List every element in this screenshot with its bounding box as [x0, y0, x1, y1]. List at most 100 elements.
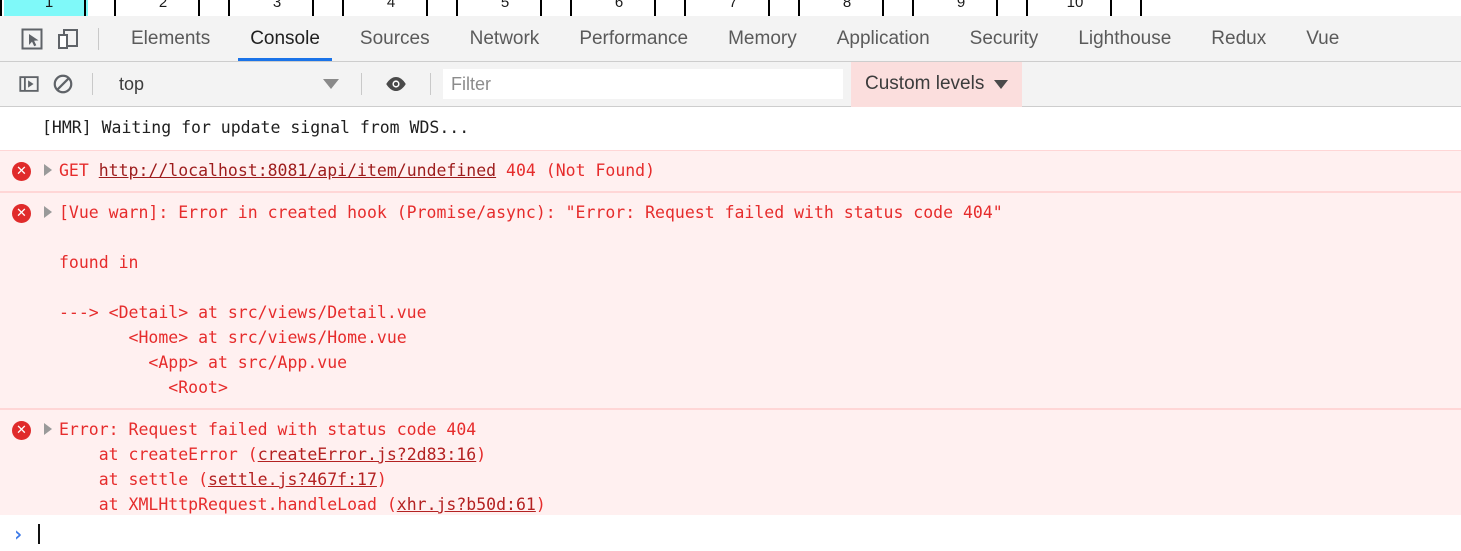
console-message-line: ---> <Detail> at src/views/Detail.vue — [59, 300, 1461, 325]
show-console-sidebar-icon[interactable] — [12, 67, 46, 101]
message-text: ) — [376, 470, 387, 489]
ruler-mark: 8 — [798, 0, 912, 16]
ruler-mark-label: 8 — [842, 0, 852, 11]
message-text: <App> at src/App.vue — [59, 353, 348, 372]
expand-triangle-icon[interactable] — [44, 206, 52, 218]
filter-input[interactable] — [443, 69, 843, 99]
message-text: at createError ( — [59, 445, 258, 464]
console-message-list[interactable]: [HMR] Waiting for update signal from WDS… — [0, 107, 1461, 551]
source-link[interactable]: settle.js?467f:17 — [208, 470, 377, 489]
ruler-mark-label: 5 — [500, 0, 510, 11]
tab-performance[interactable]: Performance — [559, 16, 708, 61]
devtools-tabs: Elements Console Sources Network Performance… — [111, 16, 1359, 61]
live-expression-eye-icon[interactable] — [374, 67, 418, 101]
ruler-tick — [198, 0, 200, 16]
error-circle-icon: ✕ — [12, 162, 31, 181]
expand-triangle-icon[interactable] — [44, 164, 52, 176]
ruler-mark: 9 — [912, 0, 1026, 16]
console-message-line: found in — [59, 250, 1461, 275]
tab-security[interactable]: Security — [950, 16, 1059, 61]
page-ruler: 1 2 3 4 5 6 7 8 9 10 — [0, 0, 1461, 16]
ruler-mark-label: 4 — [386, 0, 396, 11]
text-caret — [38, 523, 41, 544]
console-message-line: at createError (createError.js?2d83:16) — [59, 442, 1461, 467]
ruler-tick — [312, 0, 314, 16]
console-message-line: <App> at src/App.vue — [59, 350, 1461, 375]
message-text: 404 (Not Found) — [496, 161, 656, 180]
ruler-tick — [426, 0, 428, 16]
console-toolbar-icons — [0, 67, 105, 101]
console-message-line — [59, 225, 1461, 250]
console-message-line: Error: Request failed with status code 4… — [59, 417, 1461, 442]
ruler-tick — [882, 0, 884, 16]
ruler-mark: 4 — [342, 0, 456, 16]
message-text: Error: Request failed with status code 4… — [59, 420, 477, 439]
console-message-line: at settle (settle.js?467f:17) — [59, 467, 1461, 492]
tab-lighthouse[interactable]: Lighthouse — [1058, 16, 1191, 61]
ruler-mark: 6 — [570, 0, 684, 16]
tab-label: Console — [250, 27, 320, 49]
inspect-element-icon[interactable] — [14, 21, 50, 57]
tab-elements[interactable]: Elements — [111, 16, 230, 61]
ruler-mark-label: 6 — [614, 0, 624, 11]
source-link[interactable]: createError.js?2d83:16 — [258, 445, 477, 464]
ruler-tick — [84, 0, 86, 16]
tab-label: Elements — [131, 27, 211, 49]
toolbar-divider — [361, 73, 362, 95]
tab-sources[interactable]: Sources — [340, 16, 450, 61]
devtools-window: 1 2 3 4 5 6 7 8 9 10 Elements Console Sources Networ… — [0, 0, 1461, 551]
toolbar-divider — [98, 27, 99, 50]
tab-console[interactable]: Console — [230, 16, 340, 61]
ruler-end-tick — [1140, 0, 1142, 16]
tab-label: Network — [469, 27, 540, 49]
message-text: GET — [59, 161, 99, 180]
toolbar-divider — [92, 73, 93, 95]
tab-application[interactable]: Application — [817, 16, 950, 61]
tab-memory[interactable]: Memory — [708, 16, 817, 61]
console-message-line: [Vue warn]: Error in created hook (Promi… — [59, 200, 1461, 225]
console-message-line: GET http://localhost:8081/api/item/undef… — [59, 158, 1461, 183]
message-text: at settle ( — [59, 470, 209, 489]
log-levels-dropdown[interactable]: Custom levels — [851, 61, 1023, 107]
ruler-mark-label: 3 — [272, 0, 282, 11]
tab-label: Application — [836, 27, 930, 49]
console-message-line — [59, 275, 1461, 300]
console-message[interactable]: ✕ GET http://localhost:8081/api/item/unde… — [0, 150, 1461, 192]
console-prompt[interactable]: › — [0, 515, 1461, 551]
ruler-tick — [1110, 0, 1112, 16]
console-message[interactable]: ✕ Error: Request failed with status code … — [0, 409, 1461, 526]
ruler-mark-label: 9 — [956, 0, 966, 11]
ruler-mark: 1 — [0, 0, 114, 16]
console-message-body: GET http://localhost:8081/api/item/undef… — [42, 158, 1461, 183]
execution-context-label: top — [119, 73, 145, 94]
tab-vue[interactable]: Vue — [1286, 16, 1359, 61]
ruler-tick — [768, 0, 770, 16]
tab-label: Redux — [1211, 27, 1267, 49]
ruler-mark: 5 — [456, 0, 570, 16]
device-toolbar-icon[interactable] — [50, 21, 86, 57]
clear-console-icon[interactable] — [46, 67, 80, 101]
tab-label: Sources — [359, 27, 430, 49]
tab-redux[interactable]: Redux — [1191, 16, 1286, 61]
expand-triangle-icon[interactable] — [44, 423, 52, 435]
message-text: found in — [59, 253, 139, 272]
ruler-tick — [654, 0, 656, 16]
console-message[interactable]: ✕ [Vue warn]: Error in created hook (Prom… — [0, 192, 1461, 409]
request-url-link[interactable]: http://localhost:8081/api/item/undefined — [99, 161, 496, 180]
console-message[interactable]: [HMR] Waiting for update signal from WDS… — [0, 107, 1461, 150]
log-levels-label: Custom levels — [865, 73, 985, 94]
tab-network[interactable]: Network — [450, 16, 560, 61]
ruler-mark: 10 — [1026, 0, 1140, 16]
console-message-body: [HMR] Waiting for update signal from WDS… — [42, 115, 1461, 140]
devtools-tool-icons — [0, 16, 111, 61]
console-toolbar: top Custom levels — [0, 61, 1461, 107]
source-link[interactable]: xhr.js?b50d:61 — [397, 495, 536, 514]
tab-label: Vue — [1306, 27, 1340, 49]
message-text: [Vue warn]: Error in created hook (Promi… — [59, 203, 1003, 222]
console-message-body: Error: Request failed with status code 4… — [42, 417, 1461, 517]
message-text: <Home> at src/views/Home.vue — [59, 328, 407, 347]
execution-context-select[interactable]: top — [109, 69, 349, 99]
chevron-down-icon — [994, 79, 1009, 89]
ruler-mark-label: 2 — [158, 0, 168, 11]
console-message-body: [Vue warn]: Error in created hook (Promi… — [42, 200, 1461, 400]
